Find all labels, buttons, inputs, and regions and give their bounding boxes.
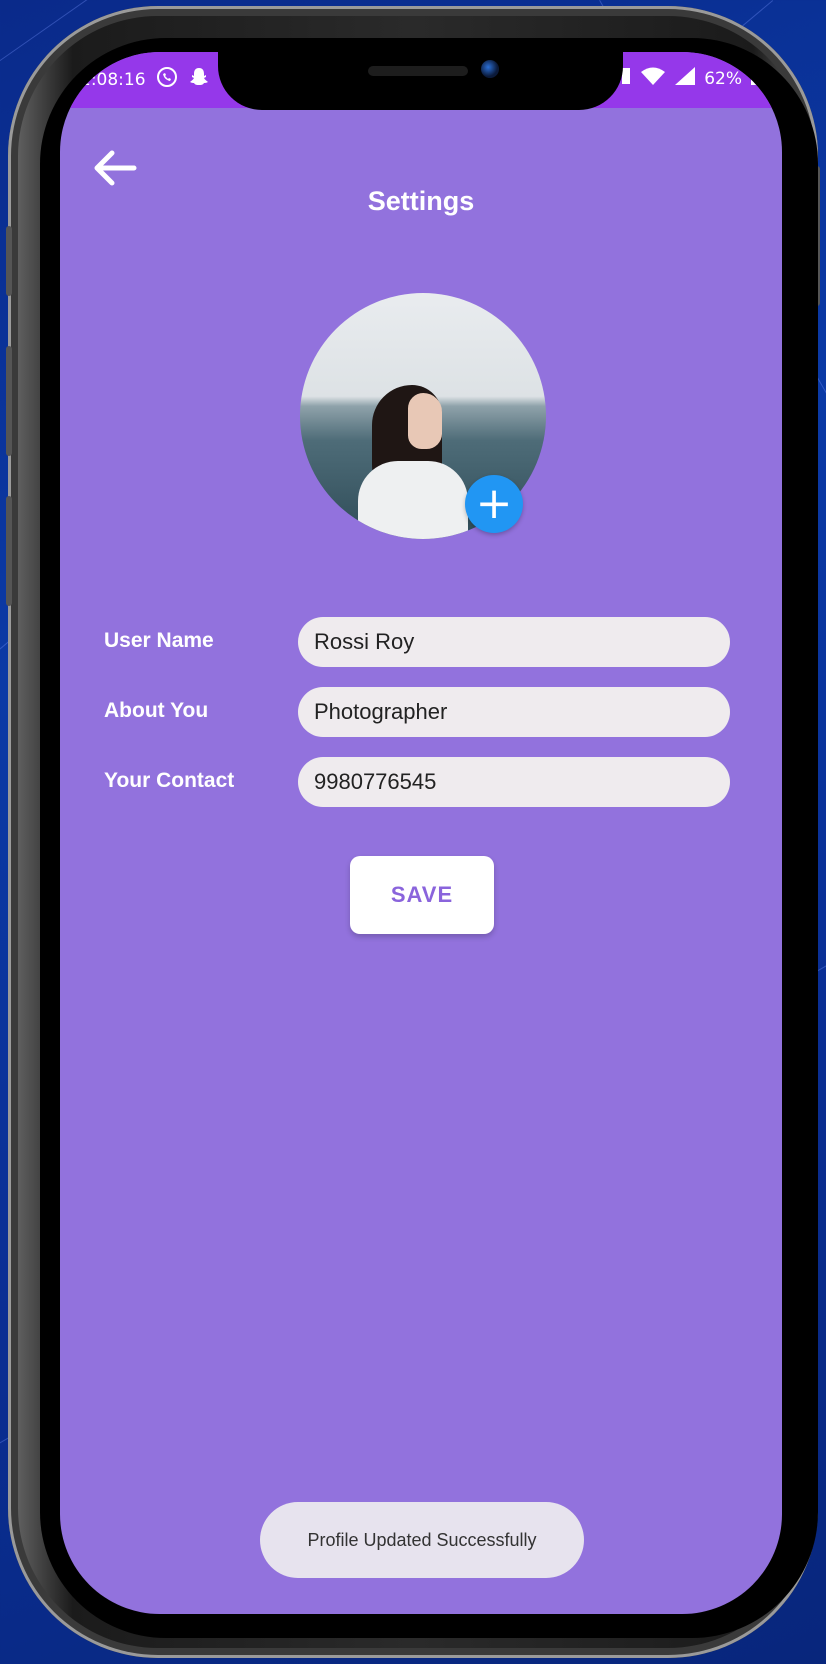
notification-icon [622,66,632,91]
about-you-input[interactable] [298,687,730,737]
user-name-input[interactable] [298,617,730,667]
phone-side-button [6,226,12,296]
arrow-left-icon [94,150,137,186]
page-title: Settings [367,186,475,216]
status-right: 62% [622,66,762,91]
status-time: 2:08:16 [80,69,146,90]
phone-notch [218,52,623,110]
form-row-user-name: User Name [60,617,782,667]
about-you-label: About You [104,699,209,722]
toast-message: Profile Updated Successfully [260,1502,584,1578]
battery-percentage: 62% [704,68,742,89]
snapchat-icon [188,66,210,93]
contact-input[interactable] [298,757,730,807]
wifi-icon [640,66,666,91]
back-button[interactable] [90,146,140,190]
contact-label: Your Contact [104,769,235,792]
front-camera [481,60,499,78]
user-name-label: User Name [104,629,214,652]
phone-speaker [368,66,468,76]
save-button[interactable]: SAVE [350,856,494,934]
signal-icon [674,66,696,91]
phone-side-button [6,346,12,456]
plus-icon: + [475,478,513,529]
avatar-photo-face [408,393,442,449]
form-row-about-you: About You [60,687,782,737]
battery-icon [750,66,762,91]
form-row-contact: Your Contact [60,757,782,807]
status-left: 2:08:16 [80,66,210,93]
app-screen: 2:08:16 62% Settings + User Name Rossi R… [60,52,782,1614]
phone-side-button [6,496,12,606]
avatar-photo-body [358,461,468,539]
add-photo-button[interactable]: + [465,475,523,533]
whatsapp-icon [156,66,178,93]
